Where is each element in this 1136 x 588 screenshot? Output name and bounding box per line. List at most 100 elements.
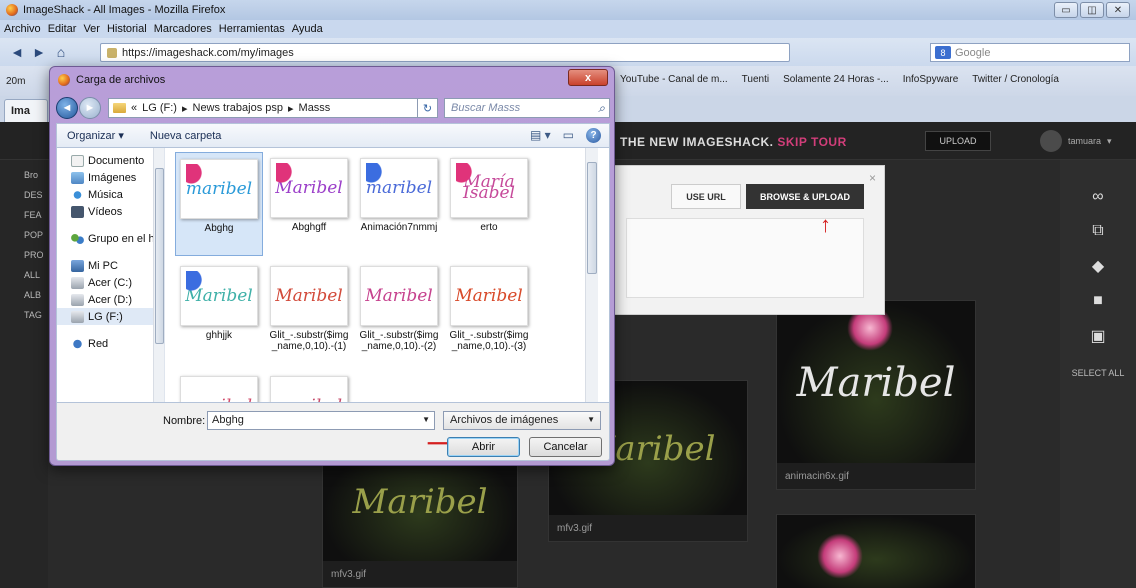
breadcrumb-drive[interactable]: LG (F:) xyxy=(142,102,177,114)
tree-scrollbar[interactable] xyxy=(153,148,164,402)
menu-editar[interactable]: Editar xyxy=(48,23,77,35)
lock-icon[interactable]: ■ xyxy=(1093,292,1103,310)
image-card[interactable]: Maribel animacin6x.gif xyxy=(776,300,976,490)
file-item[interactable]: maribel Abghg xyxy=(175,152,263,256)
file-item[interactable]: Maribel ghhjjk xyxy=(175,260,263,364)
link-icon[interactable]: ∞ xyxy=(1092,188,1103,206)
new-folder-button[interactable]: Nueva carpeta xyxy=(150,130,222,142)
view-options-icon[interactable]: ▤ ▾ xyxy=(530,128,551,143)
menu-marcadores[interactable]: Marcadores xyxy=(154,23,212,35)
leftnav-item[interactable]: PRO xyxy=(24,250,48,260)
url-bar[interactable]: https://imageshack.com/my/images xyxy=(100,43,790,62)
leftnav-item[interactable]: POP xyxy=(24,230,48,240)
bookmark-20m[interactable]: 20m xyxy=(6,76,25,87)
file-item[interactable]: maribel xyxy=(265,370,353,402)
menu-historial[interactable]: Historial xyxy=(107,23,147,35)
maximize-button[interactable]: ◫ xyxy=(1080,2,1104,18)
file-item[interactable]: Maribel Abghgff xyxy=(265,152,353,256)
menu-archivo[interactable]: Archivo xyxy=(4,23,41,35)
tree-item-drive-d[interactable]: Acer (D:) xyxy=(57,291,164,308)
scroll-thumb[interactable] xyxy=(587,162,597,274)
select-all-button[interactable]: SELECT ALL xyxy=(1072,368,1125,378)
bookmark-tuenti[interactable]: Tuenti xyxy=(742,74,769,85)
tree-item-drive-f[interactable]: LG (F:) xyxy=(57,308,164,325)
back-icon[interactable]: ◄ xyxy=(56,97,78,119)
bookmark-twitter[interactable]: Twitter / Cronología xyxy=(972,74,1059,85)
firefox-icon xyxy=(6,4,18,16)
menu-herramientas[interactable]: Herramientas xyxy=(219,23,285,35)
file-item[interactable]: maribel xyxy=(175,370,263,402)
google-icon: 8 xyxy=(935,46,951,59)
butterfly-icon xyxy=(366,163,384,185)
file-item[interactable]: Maribel Glit_-.substr($img_name,0,10).-(2… xyxy=(355,260,443,364)
refresh-icon[interactable]: ↻ xyxy=(418,98,438,118)
leftnav-item[interactable]: ALL xyxy=(24,270,48,280)
leftnav-item[interactable]: DES xyxy=(24,190,48,200)
user-menu[interactable]: tamuara ▾ xyxy=(1040,130,1112,152)
menu-ayuda[interactable]: Ayuda xyxy=(292,23,323,35)
use-url-button[interactable]: USE URL xyxy=(671,184,741,209)
close-window-button[interactable]: ✕ xyxy=(1106,2,1130,18)
preview-pane xyxy=(598,148,609,402)
tag-icon[interactable]: ◆ xyxy=(1092,256,1104,276)
file-thumbnail: Maribel xyxy=(270,266,348,326)
bookmark-youtube[interactable]: YouTube - Canal de m... xyxy=(620,74,728,85)
window-controls: ▭ ◫ ✕ xyxy=(1054,2,1130,18)
tree-item-imagenes[interactable]: Imágenes xyxy=(57,169,164,186)
home-icon[interactable]: ⌂ xyxy=(50,41,72,63)
back-icon[interactable]: ◄ xyxy=(6,41,28,63)
breadcrumb[interactable]: « LG (F:) ▸ News trabajos psp ▸ Masss xyxy=(108,98,418,118)
minimize-button[interactable]: ▭ xyxy=(1054,2,1078,18)
site-upload-button[interactable]: UPLOAD xyxy=(925,131,991,151)
trash-icon[interactable]: ▣ xyxy=(1090,326,1105,346)
forward-icon[interactable]: ► xyxy=(79,97,101,119)
leftnav-item[interactable]: TAG xyxy=(24,310,48,320)
tree-item-red[interactable]: Red xyxy=(57,335,164,352)
bookmark-solamente[interactable]: Solamente 24 Horas -... xyxy=(783,74,889,85)
leftnav-item[interactable]: FEA xyxy=(24,210,48,220)
dialog-search-input[interactable]: Buscar Masss ⌕ xyxy=(444,98,610,118)
bookmark-infospyware[interactable]: InfoSpyware xyxy=(903,74,959,85)
tree-item-homegroup[interactable]: Grupo en el ho xyxy=(57,230,164,247)
file-item[interactable]: Maribel Glit_-.substr($img_name,0,10).-(3… xyxy=(445,260,533,364)
filename-input[interactable]: Abghg ▼ xyxy=(207,411,435,430)
cancel-button[interactable]: Cancelar xyxy=(529,437,602,457)
flower-decoration xyxy=(817,533,863,579)
scroll-thumb[interactable] xyxy=(155,168,164,344)
tree-item-mi-pc[interactable]: Mi PC xyxy=(57,257,164,274)
leftnav-item[interactable]: ALB xyxy=(24,290,48,300)
chevron-down-icon[interactable]: ▼ xyxy=(422,415,430,424)
username: tamuara xyxy=(1068,136,1102,146)
file-item[interactable]: María Isabel erto xyxy=(445,152,533,256)
breadcrumb-current[interactable]: Masss xyxy=(299,102,331,114)
file-type-select[interactable]: Archivos de imágenes ▼ xyxy=(443,411,601,430)
forward-icon[interactable]: ► xyxy=(28,41,50,63)
leftnav-item[interactable]: Bro xyxy=(24,170,48,180)
preview-pane-icon[interactable]: ▭ xyxy=(563,128,574,143)
tree-item-drive-c[interactable]: Acer (C:) xyxy=(57,274,164,291)
tab-imageshack[interactable]: Ima xyxy=(4,99,48,122)
tree-item-musica[interactable]: Música xyxy=(57,186,164,203)
file-item[interactable]: Maribel Glit_-.substr($img_name,0,10).-(1… xyxy=(265,260,353,364)
dialog-close-button[interactable]: x xyxy=(568,69,608,86)
folder-icon xyxy=(113,103,126,113)
upload-modal: × USE URL BROWSE & UPLOAD ↑ xyxy=(605,165,885,315)
file-thumbnail: María Isabel xyxy=(450,158,528,218)
image-caption: mfv3.gif xyxy=(549,515,747,541)
skip-tour-link[interactable]: SKIP TOUR xyxy=(777,135,846,149)
help-icon[interactable]: ? xyxy=(586,128,601,143)
image-card[interactable] xyxy=(776,514,976,588)
menu-ver[interactable]: Ver xyxy=(83,23,100,35)
avatar xyxy=(1040,130,1062,152)
tree-item-documentos[interactable]: Documento xyxy=(57,152,164,169)
open-button[interactable]: Abrir xyxy=(447,437,520,457)
breadcrumb-folder[interactable]: News trabajos psp xyxy=(193,102,284,114)
browser-search-input[interactable]: 8 Google xyxy=(930,43,1130,62)
file-scrollbar[interactable] xyxy=(585,148,598,402)
browse-upload-button[interactable]: BROWSE & UPLOAD xyxy=(746,184,864,209)
organize-button[interactable]: Organizar ▾ xyxy=(67,129,124,142)
close-icon[interactable]: × xyxy=(869,171,876,185)
file-item[interactable]: maribel Animación7nmmj xyxy=(355,152,443,256)
tree-item-videos[interactable]: Vídeos xyxy=(57,203,164,220)
copy-icon[interactable]: ⧉ xyxy=(1092,222,1103,240)
